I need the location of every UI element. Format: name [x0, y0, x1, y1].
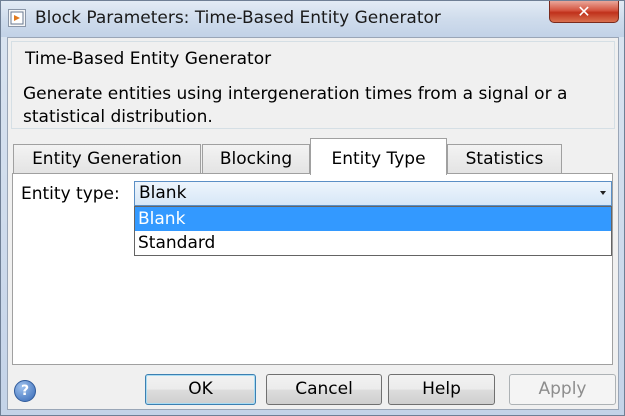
tab-statistics[interactable]: Statistics	[447, 144, 562, 174]
dropdown-arrow-icon	[600, 191, 606, 195]
help-icon[interactable]: ?	[14, 380, 36, 402]
block-description-text: Generate entities using intergeneration …	[23, 84, 568, 127]
entity-type-panel: Entity type: Blank Blank Standard	[12, 173, 613, 365]
tab-entity-generation[interactable]: Entity Generation	[13, 144, 201, 174]
tab-strip: Entity Generation Blocking Entity Type S…	[12, 138, 612, 175]
close-icon: ✕	[577, 2, 591, 21]
title-bar[interactable]: Block Parameters: Time-Based Entity Gene…	[1, 1, 624, 37]
dialog-window: Block Parameters: Time-Based Entity Gene…	[0, 0, 625, 416]
tab-blocking[interactable]: Blocking	[202, 144, 310, 174]
cancel-button[interactable]: Cancel	[266, 374, 382, 405]
description-group: Time-Based Entity Generator Generate ent…	[11, 41, 615, 129]
dialog-body: Time-Based Entity Generator Generate ent…	[7, 37, 619, 410]
entity-type-dropdown-list: Blank Standard	[134, 206, 612, 256]
help-button[interactable]: Help	[388, 374, 495, 405]
tab-entity-type[interactable]: Entity Type	[310, 138, 447, 175]
block-description-title: Time-Based Entity Generator	[25, 49, 272, 69]
option-standard[interactable]: Standard	[135, 231, 611, 255]
entity-type-select[interactable]: Blank	[134, 181, 612, 206]
window-title: Block Parameters: Time-Based Entity Gene…	[35, 8, 441, 28]
ok-button[interactable]: OK	[145, 374, 256, 405]
block-parameters-icon	[8, 9, 26, 27]
option-blank[interactable]: Blank	[135, 207, 611, 231]
apply-button: Apply	[509, 374, 616, 405]
entity-type-selected-value: Blank	[139, 183, 187, 203]
close-button[interactable]: ✕	[549, 1, 619, 23]
entity-type-label: Entity type:	[21, 184, 120, 204]
